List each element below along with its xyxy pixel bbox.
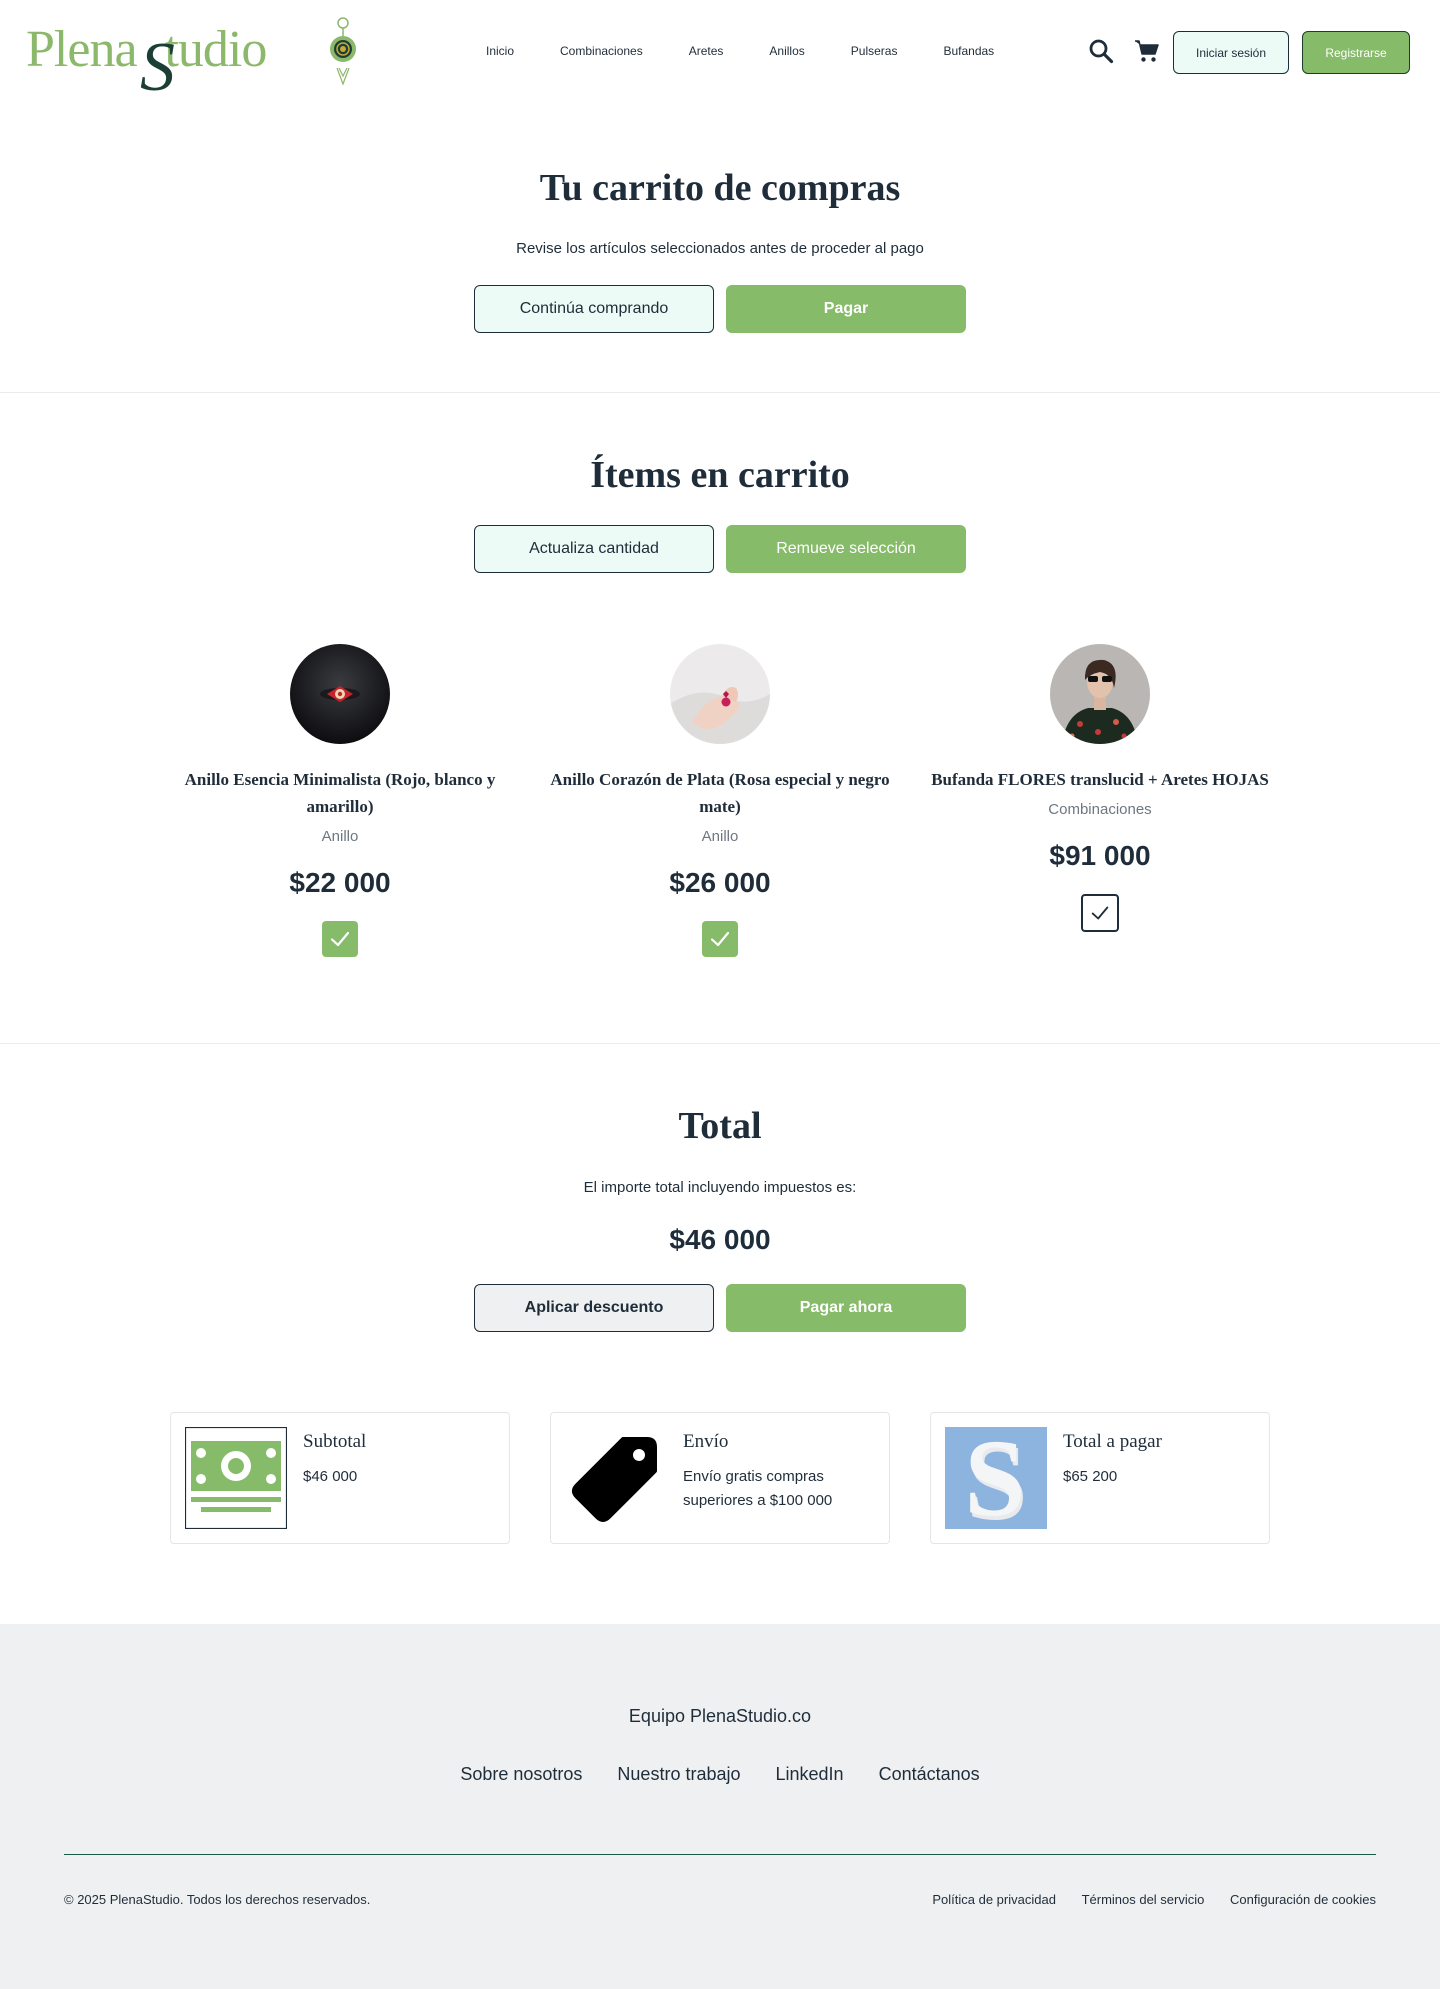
item-name: Anillo Esencia Minimalista (Rojo, blanco… — [184, 770, 496, 816]
section-divider — [0, 1043, 1440, 1044]
footer-link-about[interactable]: Sobre nosotros — [460, 1764, 582, 1784]
check-icon — [330, 931, 350, 947]
check-icon — [1091, 906, 1109, 920]
item-price: $22 000 — [289, 867, 391, 898]
s-logo-icon: S S — [945, 1427, 1047, 1529]
footer-link-work[interactable]: Nuestro trabajo — [617, 1764, 740, 1784]
cart-item: Anillo Esencia Minimalista (Rojo, blanco… — [170, 644, 510, 957]
total-caption: El importe total incluyendo impuestos es… — [583, 1179, 857, 1196]
summary-value: Envío gratis compras superiores a $100 0… — [683, 1468, 833, 1509]
footer-copyright: © 2025 PlenaStudio. Todos los derechos r… — [64, 1892, 371, 1907]
item-price: $26 000 — [669, 867, 771, 898]
item-price: $91 000 — [1049, 840, 1151, 871]
summary-card-total: S S Total a pagar $65 200 — [930, 1412, 1270, 1544]
tag-icon — [572, 1437, 657, 1522]
charm-icon — [330, 17, 356, 86]
footer-legal-links: Política de privacidad Términos del serv… — [910, 1892, 1376, 1907]
cart-item: Anillo Corazón de Plata (Rosa especial y… — [550, 644, 890, 957]
cart-title: Ítems en carrito — [590, 454, 850, 496]
continue-shopping-button[interactable]: Continúa comprando — [474, 285, 714, 333]
nav-inicio[interactable]: Inicio — [486, 44, 514, 58]
summary-title: Subtotal — [303, 1431, 367, 1452]
footer-link-privacy[interactable]: Política de privacidad — [932, 1892, 1056, 1907]
footer-divider — [64, 1854, 1376, 1855]
item-image — [290, 644, 390, 744]
site-footer: Equipo PlenaStudio.co Sobre nosotros Nue… — [0, 1624, 1440, 1989]
nav-anillos[interactable]: Anillos — [769, 44, 804, 58]
pay-button[interactable]: Pagar — [726, 285, 966, 333]
item-checkbox[interactable] — [702, 921, 738, 957]
footer-team: Equipo PlenaStudio.co — [628, 1706, 812, 1726]
footer-link-contact[interactable]: Contáctanos — [879, 1764, 980, 1784]
item-category: Combinaciones — [1048, 801, 1152, 818]
login-button[interactable]: Iniciar sesión — [1173, 31, 1289, 74]
item-category: Anillo — [701, 828, 739, 845]
summary-value: $46 000 — [303, 1468, 358, 1485]
footer-link-linkedin[interactable]: LinkedIn — [776, 1764, 844, 1784]
total-title: Total — [678, 1105, 762, 1147]
nav-bufandas[interactable]: Bufandas — [943, 44, 994, 58]
nav-combinaciones[interactable]: Combinaciones — [560, 44, 643, 58]
cart-icon[interactable] — [1134, 38, 1160, 64]
site-header: PlenaStudio S Inicio Combinaciones Arete… — [0, 0, 1440, 106]
cart-item: Bufanda FLORES translucid + Aretes HOJAS… — [930, 644, 1270, 932]
item-name: Anillo Corazón de Plata (Rosa especial y… — [550, 770, 890, 816]
money-icon — [185, 1427, 287, 1529]
item-name: Bufanda FLORES translucid + Aretes HOJAS — [931, 770, 1269, 789]
page-title: Tu carrito de compras — [539, 167, 901, 209]
footer-links: Sobre nosotros Nuestro trabajo LinkedIn … — [0, 1764, 1440, 1785]
remove-selection-button[interactable]: Remueve selección — [726, 525, 966, 573]
update-quantity-button[interactable]: Actualiza cantidad — [474, 525, 714, 573]
register-button[interactable]: Registrarse — [1302, 31, 1410, 74]
nav-aretes[interactable]: Aretes — [689, 44, 724, 58]
main-nav: Inicio Combinaciones Aretes Anillos Puls… — [486, 44, 994, 58]
header-icons — [1088, 38, 1160, 64]
logo-s-letter: S — [140, 29, 175, 106]
summary-card-shipping: Envío Envío gratis compras superiores a … — [550, 1412, 890, 1544]
brand-logo[interactable]: PlenaStudio S — [26, 14, 296, 106]
section-divider — [0, 392, 1440, 393]
summary-title: Total a pagar — [1063, 1431, 1162, 1452]
svg-text:S: S — [964, 1427, 1025, 1529]
summary-title: Envío — [683, 1431, 729, 1452]
footer-link-terms[interactable]: Términos del servicio — [1082, 1892, 1205, 1907]
item-image — [670, 644, 770, 744]
page-subtitle: Revise los artículos seleccionados antes… — [516, 240, 924, 257]
apply-discount-button[interactable]: Aplicar descuento — [474, 1284, 714, 1332]
footer-link-cookies[interactable]: Configuración de cookies — [1230, 1892, 1376, 1907]
total-amount: $46 000 — [669, 1224, 771, 1255]
item-checkbox[interactable] — [1081, 894, 1119, 932]
item-image — [1050, 644, 1150, 744]
item-checkbox[interactable] — [322, 921, 358, 957]
pay-now-button[interactable]: Pagar ahora — [726, 1284, 966, 1332]
nav-pulseras[interactable]: Pulseras — [851, 44, 898, 58]
summary-value: $65 200 — [1063, 1468, 1118, 1485]
search-icon[interactable] — [1088, 38, 1114, 64]
check-icon — [710, 931, 730, 947]
item-category: Anillo — [321, 828, 359, 845]
summary-card-subtotal: Subtotal $46 000 — [170, 1412, 510, 1544]
